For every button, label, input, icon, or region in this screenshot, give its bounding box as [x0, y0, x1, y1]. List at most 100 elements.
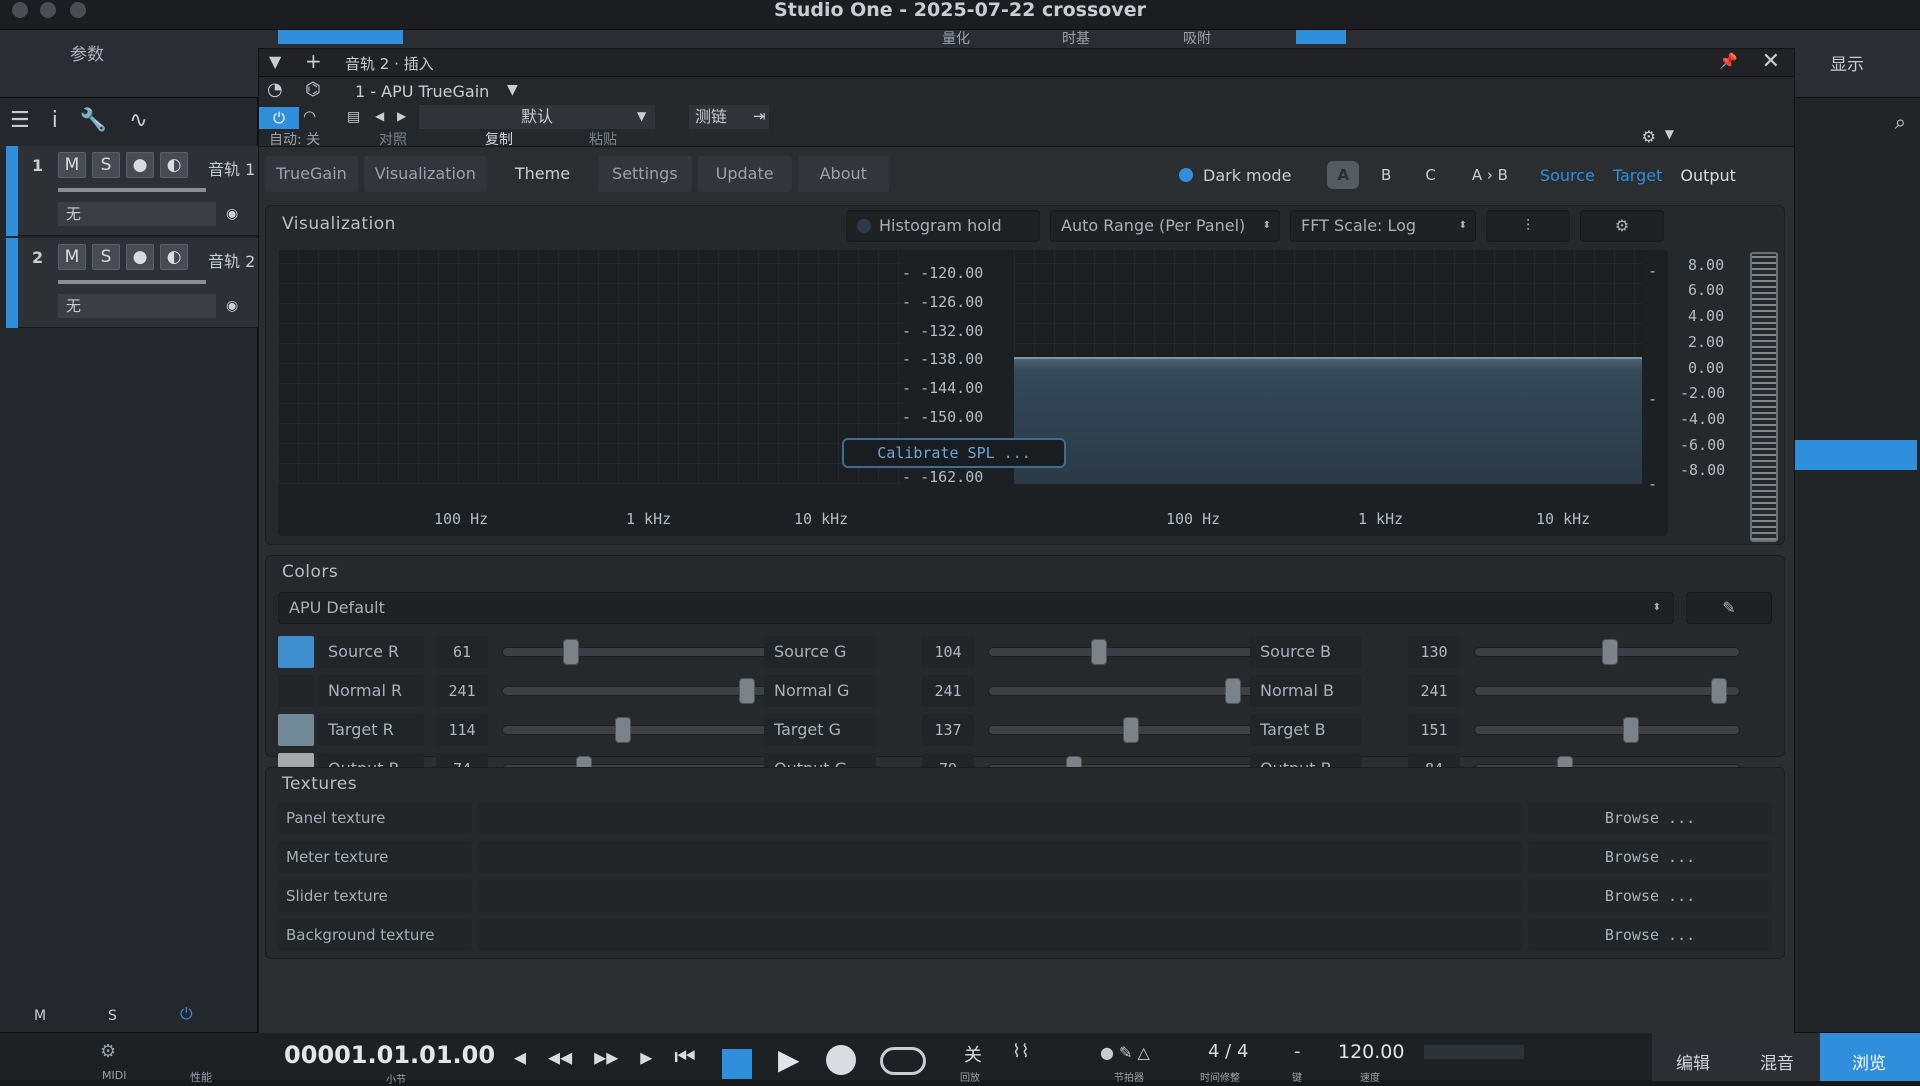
close-icon[interactable]: ✕	[1762, 49, 1780, 74]
paste-button[interactable]: 粘贴	[589, 129, 617, 149]
go-to-start-icon[interactable]: ⏮	[674, 1043, 696, 1071]
texture-path-field[interactable]	[478, 880, 1522, 912]
texture-path-field[interactable]	[478, 802, 1522, 834]
power-icon[interactable]: ⏻	[180, 1004, 193, 1024]
color-preset-select[interactable]: APU Default ⬍	[278, 592, 1674, 624]
tab-truegain[interactable]: TrueGain	[265, 156, 358, 192]
menu-icon[interactable]: ☰	[10, 108, 30, 133]
histogram-hold-toggle[interactable]: Histogram hold	[846, 210, 1040, 242]
track-input-select[interactable]: 无	[58, 202, 216, 226]
texture-path-field[interactable]	[478, 841, 1522, 873]
slider-handle[interactable]	[1711, 678, 1727, 704]
preset-dropdown-icon[interactable]: ▼	[637, 109, 646, 123]
selected-browser-item[interactable]	[1795, 440, 1917, 470]
slider-handle[interactable]	[1602, 639, 1618, 665]
color-channel-value[interactable]: 137	[922, 714, 974, 746]
tab-settings[interactable]: Settings	[598, 156, 692, 192]
forward-icon[interactable]: ▸	[640, 1043, 652, 1071]
color-channel-value[interactable]: 104	[922, 636, 974, 668]
color-channel-slider[interactable]	[1474, 717, 1740, 743]
tab-about[interactable]: About	[797, 156, 889, 192]
monitor-button[interactable]: ◐	[160, 152, 188, 178]
punch-icon[interactable]: ⌇⌇	[1012, 1041, 1030, 1062]
color-channel-slider[interactable]	[1474, 678, 1740, 704]
copy-button[interactable]: 复制	[485, 129, 513, 149]
calibrate-spl-button[interactable]: Calibrate SPL ...	[842, 438, 1066, 468]
range-mode-select[interactable]: Auto Range (Per Panel) ⬍	[1050, 210, 1280, 242]
stop-button[interactable]	[722, 1049, 752, 1079]
color-channel-slider[interactable]	[988, 678, 1254, 704]
color-channel-slider[interactable]	[502, 639, 768, 665]
slot-b-button[interactable]: B	[1381, 166, 1391, 184]
track-input-select[interactable]: 无	[58, 294, 216, 318]
time-signature[interactable]: 4 / 4	[1208, 1041, 1248, 1062]
monitor-button[interactable]: ◐	[160, 244, 188, 270]
slider-handle[interactable]	[563, 639, 579, 665]
fast-forward-icon[interactable]: ▸▸	[594, 1043, 618, 1071]
sidechain-icon[interactable]: ⇥	[753, 107, 766, 125]
bottom-mute[interactable]: M	[34, 1008, 46, 1024]
waveform-button[interactable]: ⫶	[1486, 210, 1570, 242]
auto-label[interactable]: 自动: 关	[259, 129, 329, 148]
slider-handle[interactable]	[1091, 639, 1107, 665]
preset-name[interactable]: 默认	[419, 105, 655, 129]
edit-button[interactable]: 编辑	[1676, 1049, 1710, 1074]
loop-icon[interactable]	[880, 1047, 926, 1075]
next-preset-icon[interactable]: ▶	[397, 109, 406, 123]
bottom-solo[interactable]: S	[108, 1008, 117, 1024]
display-button[interactable]: 显示	[1830, 50, 1864, 75]
search-icon[interactable]: ⌕	[1895, 110, 1906, 134]
color-channel-value[interactable]: 241	[1408, 675, 1460, 707]
position-display[interactable]: 00001.01.01.00	[284, 1041, 495, 1069]
toggle-icon[interactable]: ◉	[226, 206, 238, 222]
color-channel-slider[interactable]	[502, 717, 768, 743]
pin-icon[interactable]: 📌	[1719, 52, 1738, 70]
collapse-icon[interactable]: ▼	[269, 52, 281, 71]
add-icon[interactable]: +	[305, 49, 322, 73]
automation-icon[interactable]: ∿	[129, 108, 147, 133]
loop-back-icon[interactable]: ◂	[514, 1043, 526, 1071]
color-swatch[interactable]	[278, 636, 314, 668]
color-channel-value[interactable]: 151	[1408, 714, 1460, 746]
color-channel-slider[interactable]	[502, 678, 768, 704]
color-channel-slider[interactable]	[1474, 639, 1740, 665]
color-channel-slider[interactable]	[988, 717, 1254, 743]
host-tab-snap[interactable]: 吸附	[1183, 28, 1211, 48]
slider-handle[interactable]	[1623, 717, 1639, 743]
color-channel-slider[interactable]	[988, 639, 1254, 665]
metronome-icon[interactable]: ● ✎ △	[1100, 1043, 1150, 1062]
gear-icon[interactable]: ⚙	[1642, 127, 1656, 146]
record-arm-button[interactable]: ●	[126, 152, 154, 178]
color-channel-value[interactable]: 130	[1408, 636, 1460, 668]
color-channel-value[interactable]: 241	[922, 675, 974, 707]
fft-scale-select[interactable]: FFT Scale: Log ⬍	[1290, 210, 1476, 242]
tempo-display[interactable]: 120.00	[1338, 1041, 1404, 1063]
record-button[interactable]	[826, 1045, 856, 1075]
tab-update[interactable]: Update	[697, 156, 792, 192]
browse-button[interactable]: Browse ...	[1528, 880, 1772, 912]
dark-mode-toggle[interactable]: Dark mode	[1203, 166, 1291, 185]
color-channel-value[interactable]: 61	[436, 636, 488, 668]
slider-handle[interactable]	[739, 678, 755, 704]
power-icon[interactable]: ◔	[267, 79, 283, 100]
bypass-button[interactable]: ⏻	[259, 107, 299, 129]
solo-button[interactable]: S	[92, 152, 120, 178]
off-label[interactable]: 关	[964, 1041, 982, 1067]
routing-icon[interactable]: ⌬	[305, 79, 321, 100]
mute-button[interactable]: M	[58, 244, 86, 270]
slider-handle[interactable]	[1123, 717, 1139, 743]
color-channel-value[interactable]: 114	[436, 714, 488, 746]
settings-dropdown-icon[interactable]: ▼	[1665, 127, 1674, 141]
track-name[interactable]: 音轨 2	[208, 248, 255, 272]
color-channel-value[interactable]: 241	[436, 675, 488, 707]
slider-handle[interactable]	[1225, 678, 1241, 704]
rewind-icon[interactable]: ◂◂	[548, 1043, 572, 1071]
slot-dropdown-icon[interactable]: ▼	[507, 82, 518, 98]
view-source[interactable]: Source	[1540, 166, 1595, 185]
texture-path-field[interactable]	[478, 919, 1522, 951]
tab-visualization[interactable]: Visualization	[363, 156, 487, 192]
tab-theme[interactable]: Theme	[492, 156, 593, 192]
solo-button[interactable]: S	[92, 244, 120, 270]
slot-c-button[interactable]: C	[1425, 166, 1435, 184]
record-arm-button[interactable]: ●	[126, 244, 154, 270]
